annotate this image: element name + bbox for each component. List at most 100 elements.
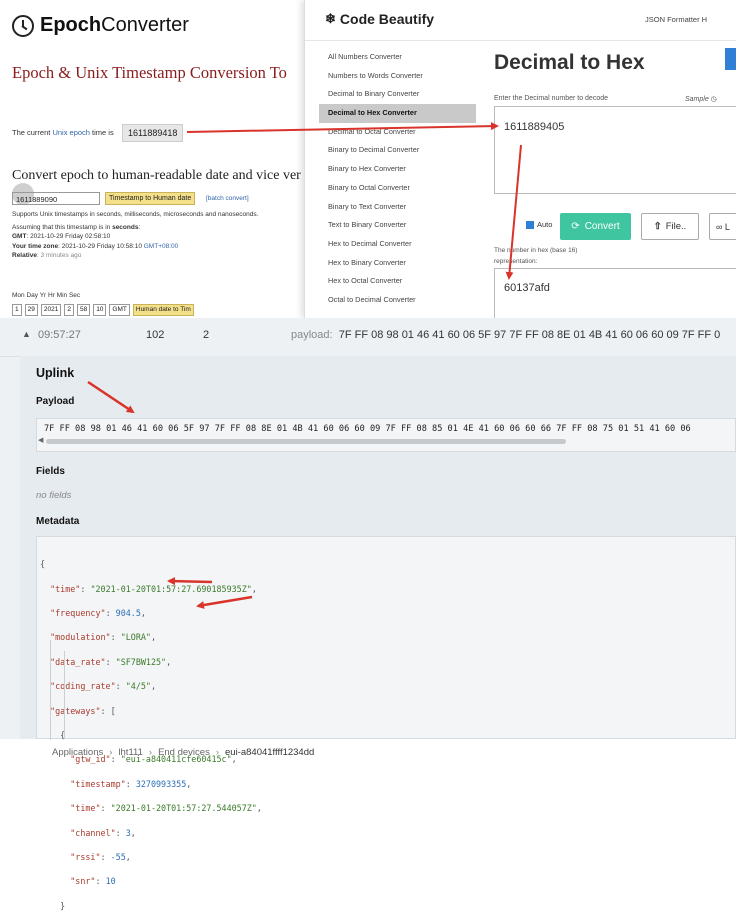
result-label-2: representation: xyxy=(494,258,538,265)
relative-line: Relative: 3 minutes ago xyxy=(12,251,258,261)
decimal-input[interactable] xyxy=(494,106,736,194)
event-time: 09:57:27 xyxy=(38,329,81,341)
convert-label: Convert xyxy=(584,221,620,232)
timezone-select[interactable]: GMT xyxy=(109,304,130,316)
breadcrumb-end-devices[interactable]: End devices xyxy=(158,747,210,758)
json-value: "LORA" xyxy=(120,632,151,643)
refresh-icon: ⟳ xyxy=(571,221,580,232)
timestamp-to-human-button[interactable]: Timestamp to Human date xyxy=(105,192,196,205)
metadata-heading: Metadata xyxy=(36,516,80,527)
json-key: "channel" xyxy=(70,827,116,838)
json-key: "snr" xyxy=(70,876,96,887)
epochconverter-logo[interactable]: EpochConverter xyxy=(12,14,189,37)
logo-suffix: Converter xyxy=(101,14,189,36)
sidebar-item[interactable]: All Numbers Converter xyxy=(319,48,476,67)
breadcrumb: Applications › lht111 › End devices › eui-a840… xyxy=(52,747,314,758)
your-tz-line: Your time zone: 2021-10-29 Friday 10:58:… xyxy=(12,242,258,252)
human-to-timestamp-button[interactable]: Human date to Tim xyxy=(132,304,194,316)
chevron-right-icon: › xyxy=(148,747,153,758)
codebeautify-logo[interactable]: ❄ Code Beautify xyxy=(325,11,434,27)
json-key: "time" xyxy=(50,583,81,594)
sidebar-item[interactable]: Hex to Octal Converter xyxy=(319,272,476,291)
history-icon: ◷ xyxy=(710,96,717,103)
sidebar-item[interactable]: Text to Binary Converter xyxy=(319,216,476,235)
sidebar-item[interactable]: Binary to Decimal Converter xyxy=(319,141,476,160)
json-key: "timestamp" xyxy=(70,778,126,789)
gmt-label: GMT xyxy=(12,233,27,240)
json-key: "coding_rate" xyxy=(50,681,116,692)
assuming-line: Assuming that this timestamp is in secon… xyxy=(12,223,141,231)
breadcrumb-application[interactable]: lht111 xyxy=(118,747,142,758)
logo-prefix: Epoch xyxy=(40,14,102,36)
current-label-post: time is xyxy=(89,128,114,137)
batch-convert-link[interactable]: [batch convert] xyxy=(206,195,249,202)
month-input[interactable]: 1 xyxy=(12,304,22,316)
sidebar-item[interactable]: Binary to Hex Converter xyxy=(319,160,476,179)
url-button[interactable]: ∞ L xyxy=(709,213,736,240)
indent-guide xyxy=(50,640,51,740)
tz-offset-link[interactable]: GMT+08:00 xyxy=(144,243,179,250)
hour-input[interactable]: 2 xyxy=(64,304,74,316)
auto-checkbox[interactable]: Auto xyxy=(526,220,552,229)
payload-heading: Payload xyxy=(36,396,75,407)
relative-value: : 3 minutes ago xyxy=(36,252,82,259)
sidebar-item[interactable]: Octal to Decimal Converter xyxy=(319,291,476,310)
uplink-title: Uplink xyxy=(36,366,75,380)
unix-epoch-link[interactable]: Unix epoch xyxy=(52,128,90,137)
json-brace: { xyxy=(40,559,46,570)
fields-heading: Fields xyxy=(36,466,65,477)
sidebar-item[interactable]: Numbers to Words Converter xyxy=(319,67,476,86)
clock-icon xyxy=(12,14,34,37)
assuming-unit: seconds xyxy=(112,223,139,231)
json-line: "time": "2021-01-20T01:57:27.690185935Z"… xyxy=(50,583,257,594)
json-value: "2021-01-20T01:57:27.544057Z" xyxy=(110,803,257,814)
epoch-input[interactable]: 1611889090 xyxy=(12,192,100,205)
json-line: "coding_rate": "4/5", xyxy=(50,681,157,692)
caret-up-icon[interactable]: ▲ xyxy=(22,329,31,339)
sidebar-item[interactable]: Decimal to Octal Converter xyxy=(319,123,476,142)
json-brace: } xyxy=(60,900,66,911)
json-key: "modulation" xyxy=(50,632,111,643)
file-button[interactable]: ⇧ File.. xyxy=(641,213,699,240)
day-input[interactable]: 29 xyxy=(24,304,38,316)
relative-label: Relative xyxy=(12,252,37,259)
json-key: "rssi" xyxy=(70,851,101,862)
sidebar-item[interactable]: Binary to Text Converter xyxy=(319,198,476,217)
json-value: "4/5" xyxy=(125,681,151,692)
sidebar-item[interactable]: Decimal to Hex Converter xyxy=(319,104,476,123)
logo-text: Code Beautify xyxy=(339,11,435,27)
your-tz-label: Your time zone xyxy=(12,242,59,250)
sidebar-item[interactable]: Hex to Binary Converter xyxy=(319,254,476,273)
upload-icon: ⇧ xyxy=(653,221,662,232)
nav-json-formatter[interactable]: JSON Formatter H xyxy=(645,15,707,24)
json-line: "channel": 3, xyxy=(70,827,136,838)
json-line: "modulation": "LORA", xyxy=(50,632,157,643)
header-action-button[interactable] xyxy=(725,48,736,70)
payload-scrollbar[interactable] xyxy=(46,439,566,444)
date-input-row: 1 29 2021 2 58 10 GMT Human date to Tim xyxy=(12,304,194,316)
conversion-result: Supports Unix timestamps in seconds, mil… xyxy=(12,210,258,261)
breadcrumb-device: eui-a84041ffff1234dd xyxy=(225,747,315,758)
scroll-left-icon[interactable]: ◀ xyxy=(38,436,43,444)
json-key: "data_rate" xyxy=(50,656,106,667)
payload-preview: 7F FF 08 98 01 46 41 60 06 5F 97 7F FF 0… xyxy=(338,329,721,341)
gmt-line: GMT: 2021-10-29 Friday 02:58:10 xyxy=(12,232,258,242)
sample-link[interactable]: Sample ◷ xyxy=(685,95,717,103)
converter-sidebar: All Numbers Converter Numbers to Words Co… xyxy=(319,48,476,310)
sidebar-item[interactable]: Hex to Decimal Converter xyxy=(319,235,476,254)
year-input[interactable]: 2021 xyxy=(40,304,62,316)
sidebar-item[interactable]: Decimal to Binary Converter xyxy=(319,85,476,104)
second-input[interactable]: 10 xyxy=(93,304,107,316)
sidebar-item[interactable]: Binary to Octal Converter xyxy=(319,179,476,198)
json-line: "time": "2021-01-20T01:57:27.544057Z", xyxy=(70,803,262,814)
breadcrumb-applications[interactable]: Applications xyxy=(52,747,103,758)
json-value: 3270993355 xyxy=(135,778,187,789)
no-fields-text: no fields xyxy=(36,490,72,501)
hex-output-value: 60137afd xyxy=(504,282,550,294)
convert-button[interactable]: ⟳ Convert xyxy=(560,213,631,240)
assuming-pre: Assuming that this timestamp is in xyxy=(12,223,113,231)
json-value: "SF7BW125" xyxy=(115,656,167,667)
file-label: File.. xyxy=(665,221,687,232)
minute-input[interactable]: 58 xyxy=(76,304,91,316)
event-payload: payload: 7F FF 08 98 01 46 41 60 06 5F 9… xyxy=(291,329,720,341)
